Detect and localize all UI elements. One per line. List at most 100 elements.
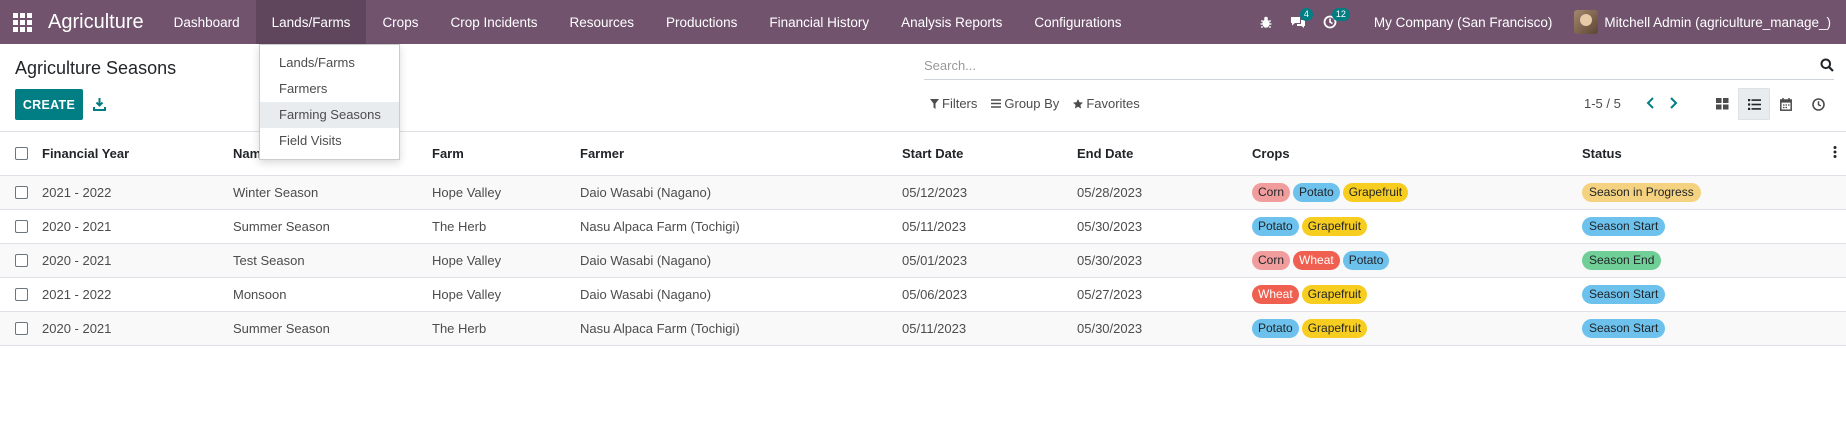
app-brand[interactable]: Agriculture: [48, 11, 144, 34]
cell-farmer: Daio Wasabi (Nagano): [580, 185, 712, 200]
menu-item-lands-farms[interactable]: Lands/Farms: [255, 0, 367, 44]
cell-status: Season Start: [1582, 319, 1666, 338]
top-navbar: Agriculture Dashboard Lands/Farms Crops Cro…: [0, 0, 1846, 44]
cell-end: 05/27/2023: [1077, 287, 1143, 302]
table-row[interactable]: 2020 - 2021 Test Season Hope Valley Daio Wa…: [0, 244, 1846, 278]
download-icon[interactable]: [90, 94, 108, 114]
cell-start: 05/12/2023: [902, 185, 968, 200]
cell-farm: The Herb: [432, 219, 487, 234]
crop-tag: Grapefruit: [1301, 285, 1368, 304]
activities-icon[interactable]: 12: [1314, 0, 1350, 44]
search-bar: [924, 52, 1834, 80]
bug-icon[interactable]: [1250, 0, 1282, 44]
status-badge: Season Start: [1582, 285, 1666, 304]
cell-year: 2021 - 2022: [42, 287, 112, 302]
search-input[interactable]: [924, 58, 1804, 73]
main-menu: Dashboard Lands/Farms Crops Crop Incidents R…: [158, 0, 1138, 44]
select-all-checkbox[interactable]: [15, 147, 28, 160]
cell-status: Season End: [1582, 251, 1662, 270]
filters-button[interactable]: Filters: [930, 96, 977, 111]
crop-tag: Wheat: [1293, 251, 1340, 270]
user-menu[interactable]: Mitchell Admin (agriculture_manage_): [1604, 15, 1846, 30]
cell-end: 05/30/2023: [1077, 253, 1143, 268]
search-icon[interactable]: [1820, 58, 1834, 75]
page-title: Agriculture Seasons: [15, 58, 177, 78]
status-badge: Season in Progress: [1582, 183, 1701, 202]
view-switcher: [1706, 88, 1834, 120]
cell-year: 2020 - 2021: [42, 321, 112, 336]
cell-name: Test Season: [233, 253, 305, 268]
calendar-view-icon[interactable]: [1770, 88, 1802, 120]
search-options: Filters Group By Favorites: [930, 96, 1140, 111]
optional-columns-icon[interactable]: [1833, 146, 1837, 161]
cell-farm: Hope Valley: [432, 253, 502, 268]
group-by-label: Group By: [1004, 96, 1060, 111]
table-row[interactable]: 2020 - 2021 Summer Season The Herb Nasu Alp…: [0, 210, 1846, 244]
cell-start: 05/01/2023: [902, 253, 968, 268]
kanban-view-icon[interactable]: [1706, 88, 1738, 120]
menu-item-resources[interactable]: Resources: [554, 0, 651, 44]
pager-next-icon[interactable]: [1664, 92, 1684, 114]
header-farmer[interactable]: Farmer: [580, 146, 624, 161]
menu-item-analysis-reports[interactable]: Analysis Reports: [885, 0, 1018, 44]
crop-tag: Potato: [1252, 319, 1299, 338]
cell-status: Season in Progress: [1582, 183, 1701, 202]
cell-year: 2020 - 2021: [42, 219, 112, 234]
menu-item-configurations[interactable]: Configurations: [1018, 0, 1137, 44]
header-end-date[interactable]: End Date: [1077, 146, 1133, 161]
cell-crops: Potato Grapefruit: [1252, 319, 1370, 338]
filter-icon: [930, 98, 939, 109]
pager-value[interactable]: 1-5 / 5: [1584, 96, 1621, 111]
favorites-button[interactable]: Favorites: [1073, 96, 1140, 111]
row-checkbox[interactable]: [15, 322, 28, 335]
dropdown-item-field-visits[interactable]: Field Visits: [260, 128, 399, 154]
apps-menu-icon[interactable]: [0, 0, 44, 44]
row-checkbox[interactable]: [15, 186, 28, 199]
table-row[interactable]: 2021 - 2022 Winter Season Hope Valley Daio …: [0, 176, 1846, 210]
group-by-button[interactable]: Group By: [991, 96, 1059, 111]
cell-start: 05/11/2023: [902, 219, 967, 234]
menu-item-productions[interactable]: Productions: [650, 0, 753, 44]
cell-farmer: Daio Wasabi (Nagano): [580, 287, 712, 302]
dropdown-item-farming-seasons[interactable]: Farming Seasons: [260, 102, 399, 128]
list-view-icon[interactable]: [1738, 88, 1770, 120]
cell-start: 05/06/2023: [902, 287, 968, 302]
menu-item-dashboard[interactable]: Dashboard: [158, 0, 256, 44]
messages-icon[interactable]: 4: [1282, 0, 1314, 44]
cell-farm: Hope Valley: [432, 185, 502, 200]
status-badge: Season Start: [1582, 319, 1666, 338]
header-farm[interactable]: Farm: [432, 146, 464, 161]
cell-crops: Wheat Grapefruit: [1252, 285, 1370, 304]
menu-item-financial-history[interactable]: Financial History: [753, 0, 885, 44]
menu-item-crops[interactable]: Crops: [366, 0, 434, 44]
cell-crops: Potato Grapefruit: [1252, 217, 1370, 236]
header-financial-year[interactable]: Financial Year: [42, 146, 129, 161]
company-switcher[interactable]: My Company (San Francisco): [1346, 15, 1575, 30]
crop-tag: Grapefruit: [1301, 319, 1368, 338]
menu-item-crop-incidents[interactable]: Crop Incidents: [434, 0, 553, 44]
table-row[interactable]: 2021 - 2022 Monsoon Hope Valley Daio Wasabi…: [0, 278, 1846, 312]
status-badge: Season End: [1582, 251, 1662, 270]
crop-tag: Potato: [1293, 183, 1340, 202]
row-checkbox[interactable]: [15, 288, 28, 301]
crop-tag: Corn: [1252, 183, 1291, 202]
create-button[interactable]: CREATE: [15, 89, 83, 120]
cell-year: 2021 - 2022: [42, 185, 112, 200]
header-status[interactable]: Status: [1582, 146, 1622, 161]
crop-tag: Potato: [1342, 251, 1390, 270]
table-row[interactable]: 2020 - 2021 Summer Season The Herb Nasu Alp…: [0, 312, 1846, 346]
star-icon: [1073, 98, 1084, 108]
header-crops[interactable]: Crops: [1252, 146, 1290, 161]
cell-end: 05/30/2023: [1077, 321, 1143, 336]
user-avatar[interactable]: [1574, 10, 1599, 34]
row-checkbox[interactable]: [15, 254, 28, 267]
dropdown-item-farmers[interactable]: Farmers: [260, 76, 399, 102]
header-start-date[interactable]: Start Date: [902, 146, 963, 161]
pager-previous-icon[interactable]: [1640, 92, 1660, 114]
cell-name: Summer Season: [233, 219, 330, 234]
cell-status: Season Start: [1582, 217, 1666, 236]
activity-view-icon[interactable]: [1802, 88, 1834, 120]
row-checkbox[interactable]: [15, 220, 28, 233]
crop-tag: Grapefruit: [1301, 217, 1368, 236]
dropdown-item-lands-farms[interactable]: Lands/Farms: [260, 50, 399, 76]
